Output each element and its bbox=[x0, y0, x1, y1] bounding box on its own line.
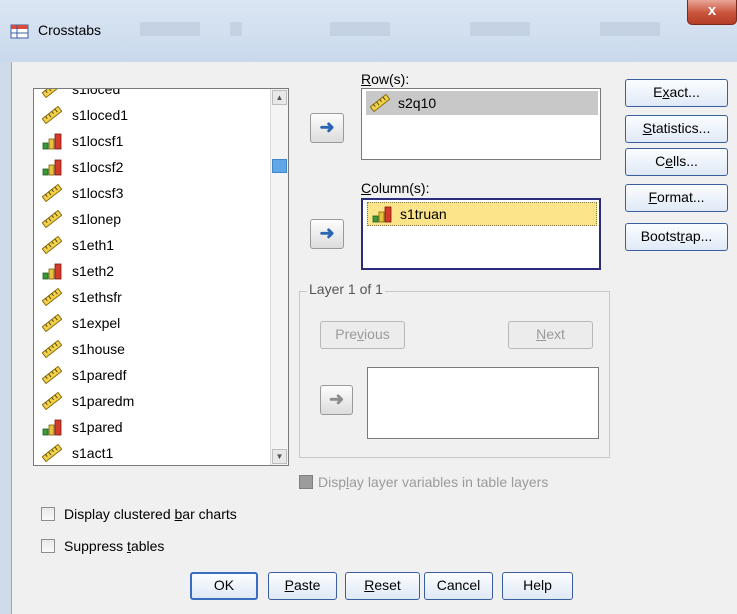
variable-list-item[interactable]: s1house bbox=[34, 336, 264, 362]
scale-variable-icon bbox=[41, 89, 63, 99]
variable-name: s1eth1 bbox=[72, 237, 115, 253]
ok-button[interactable]: OK bbox=[190, 572, 258, 600]
move-to-rows-button[interactable]: ➜ bbox=[310, 113, 344, 143]
clustered-bar-charts-checkbox[interactable] bbox=[41, 507, 55, 521]
scale-variable-icon bbox=[41, 391, 63, 411]
variable-name: s1paredf bbox=[72, 367, 127, 383]
variable-list-item[interactable]: s1act1 bbox=[34, 440, 264, 465]
background-ghost-text bbox=[230, 22, 242, 36]
columns-label: Column(s): bbox=[361, 180, 430, 196]
rows-list-item[interactable]: s2q10 bbox=[366, 91, 598, 115]
scale-variable-icon bbox=[41, 235, 63, 255]
ordinal-variable-icon bbox=[42, 418, 62, 436]
background-ghost-text bbox=[330, 22, 390, 36]
variable-list-item[interactable]: s1eth2 bbox=[34, 258, 264, 284]
ordinal-variable-icon bbox=[42, 132, 62, 150]
scale-variable-icon bbox=[41, 183, 63, 203]
help-button[interactable]: Help bbox=[502, 572, 573, 600]
background-ghost-text bbox=[600, 22, 660, 36]
scale-variable-icon bbox=[41, 443, 63, 463]
columns-list-item[interactable]: s1truan bbox=[367, 202, 597, 226]
variable-list-item[interactable]: s1lonep bbox=[34, 206, 264, 232]
move-to-layer-button[interactable]: ➜ bbox=[320, 385, 353, 415]
variable-name: s1locsf1 bbox=[72, 133, 124, 149]
variable-name: s1locsf2 bbox=[72, 159, 124, 175]
source-variable-list[interactable]: s1loced s1loced1 s1locsf1 s1locsf2 s1locsf3 s… bbox=[33, 88, 289, 466]
arrow-right-icon: ➜ bbox=[319, 223, 335, 243]
columns-target-list[interactable]: s1truan bbox=[361, 198, 601, 270]
variable-name: s1locsf3 bbox=[72, 185, 124, 201]
ordinal-variable-icon bbox=[372, 205, 392, 223]
scroll-thumb[interactable] bbox=[272, 159, 287, 173]
display-layer-variables-label: Display layer variables in table layers bbox=[318, 474, 549, 490]
variable-name: s1ethsfr bbox=[72, 289, 122, 305]
variable-name: s1house bbox=[72, 341, 125, 357]
scale-variable-icon bbox=[41, 105, 63, 125]
window-left-border bbox=[0, 62, 12, 614]
ordinal-variable-icon bbox=[42, 158, 62, 176]
variable-name: s1expel bbox=[72, 315, 121, 331]
suppress-tables-checkbox[interactable] bbox=[41, 539, 55, 553]
layer-target-list[interactable] bbox=[367, 367, 599, 439]
scale-variable-icon bbox=[41, 339, 63, 359]
arrow-right-icon: ➜ bbox=[319, 117, 335, 137]
side-button-bootstrap[interactable]: Bootstrap... bbox=[625, 223, 728, 251]
variable-name: s1loced bbox=[72, 88, 121, 97]
variable-list-scrollbar[interactable]: ▲ ▼ bbox=[270, 89, 288, 465]
variable-name: s1paredm bbox=[72, 393, 135, 409]
next-layer-button[interactable]: Next bbox=[508, 321, 593, 349]
variable-list-item[interactable]: s1pared bbox=[34, 414, 264, 440]
scroll-down-arrow-icon[interactable]: ▼ bbox=[272, 449, 287, 464]
background-ghost-text bbox=[470, 22, 530, 36]
paste-button[interactable]: Paste bbox=[268, 572, 337, 600]
reset-button[interactable]: Reset bbox=[345, 572, 420, 600]
side-button-statistics[interactable]: Statistics... bbox=[625, 115, 728, 143]
layer-legend: Layer 1 of 1 bbox=[307, 281, 385, 297]
arrow-right-icon: ➜ bbox=[328, 389, 345, 409]
close-button[interactable]: x bbox=[687, 0, 737, 25]
previous-layer-button[interactable]: Previous bbox=[320, 321, 405, 349]
variable-name: s1pared bbox=[72, 419, 123, 435]
variable-list-item[interactable]: s1locsf2 bbox=[34, 154, 264, 180]
variable-list-item[interactable]: s1expel bbox=[34, 310, 264, 336]
scale-variable-icon bbox=[41, 365, 63, 385]
variable-name: s1lonep bbox=[72, 211, 122, 227]
variable-list-item[interactable]: s1ethsfr bbox=[34, 284, 264, 310]
variable-list-item[interactable]: s1paredm bbox=[34, 388, 264, 414]
background-ghost-text bbox=[140, 22, 200, 36]
rows-label: Row(s): bbox=[361, 71, 410, 87]
variable-name: s1loced1 bbox=[72, 107, 129, 123]
scroll-up-arrow-icon[interactable]: ▲ bbox=[272, 90, 287, 105]
display-layer-variables-checkbox[interactable] bbox=[299, 475, 313, 489]
variable-name: s1act1 bbox=[72, 445, 114, 461]
variable-list-item[interactable]: s1eth1 bbox=[34, 232, 264, 258]
variable-list-item[interactable]: s1paredf bbox=[34, 362, 264, 388]
close-icon: x bbox=[707, 2, 717, 19]
scale-variable-icon bbox=[369, 93, 391, 113]
side-button-cells[interactable]: Cells... bbox=[625, 148, 728, 176]
rows-target-list[interactable]: s2q10 bbox=[361, 88, 601, 160]
scale-variable-icon bbox=[41, 209, 63, 229]
ordinal-variable-icon bbox=[42, 262, 62, 280]
title-bar: Crosstabs x bbox=[0, 0, 737, 62]
window-title: Crosstabs bbox=[38, 22, 102, 38]
suppress-tables-label: Suppress tables bbox=[64, 538, 165, 554]
scale-variable-icon bbox=[41, 313, 63, 333]
cancel-button[interactable]: Cancel bbox=[424, 572, 493, 600]
variable-list-item[interactable]: s1loced1 bbox=[34, 102, 264, 128]
variable-list-item[interactable]: s1loced bbox=[34, 88, 264, 102]
side-button-exact[interactable]: Exact... bbox=[625, 79, 728, 107]
scale-variable-icon bbox=[41, 287, 63, 307]
variable-list-item[interactable]: s1locsf3 bbox=[34, 180, 264, 206]
variable-list-item[interactable]: s1locsf1 bbox=[34, 128, 264, 154]
side-button-format[interactable]: Format... bbox=[625, 184, 728, 212]
crosstabs-app-icon bbox=[10, 24, 29, 39]
move-to-columns-button[interactable]: ➜ bbox=[310, 219, 344, 249]
variable-name: s1eth2 bbox=[72, 263, 115, 279]
clustered-bar-charts-label: Display clustered bar charts bbox=[64, 506, 237, 522]
